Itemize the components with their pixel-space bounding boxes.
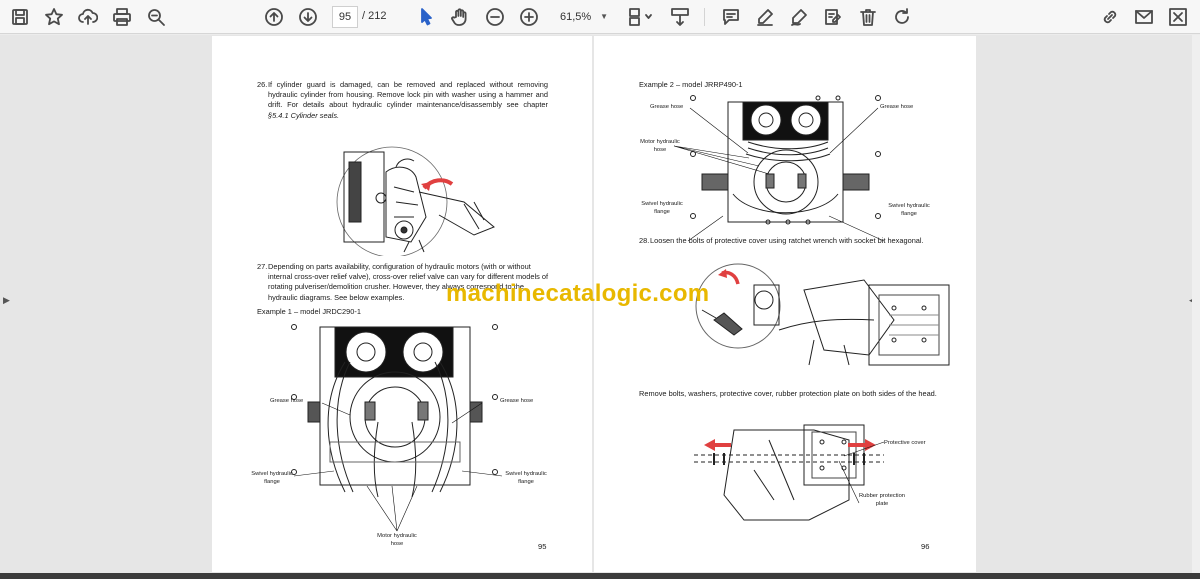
edit-text-icon[interactable] — [821, 5, 845, 29]
motor-hose-label-2: Motor hydraulic hose — [640, 139, 680, 153]
close-panel-icon[interactable] — [1166, 5, 1190, 29]
motor-hose-label: Motor hydraulic hose — [377, 533, 417, 547]
toolbar-divider — [704, 8, 705, 26]
swivel-flange-label-right: Swivel hydraulic flange — [505, 471, 547, 485]
next-page-icon[interactable] — [296, 5, 320, 29]
comment-icon[interactable] — [719, 5, 743, 29]
page-number-96: 96 — [921, 542, 930, 551]
step-27-number: 27. — [257, 262, 268, 271]
page-layout-icon[interactable] — [626, 5, 656, 29]
chevron-down-icon: ▼ — [600, 12, 608, 21]
draw-signature-icon[interactable] — [787, 5, 811, 29]
upload-cloud-icon[interactable] — [76, 5, 100, 29]
previous-page-icon[interactable] — [262, 5, 286, 29]
swivel-flange-label-right-2: Swivel hydraulic flange — [888, 203, 930, 217]
rubber-plate-label: Rubber protection plate — [858, 493, 906, 507]
link-share-icon[interactable] — [1098, 5, 1122, 29]
step-28-text: Loosen the bolts of protective cover usi… — [650, 236, 924, 245]
zoom-out-icon[interactable] — [483, 5, 507, 29]
vertical-scrollbar[interactable] — [1192, 35, 1200, 573]
step-28-number: 28. — [639, 236, 650, 245]
select-cursor-icon[interactable] — [414, 5, 438, 29]
remove-instructions-text: Remove bolts, washers, protective cover,… — [639, 389, 937, 398]
swivel-flange-label-left-2: Swivel hydraulic flange — [641, 201, 683, 215]
print-icon[interactable] — [110, 5, 134, 29]
delete-trash-icon[interactable] — [856, 5, 880, 29]
page-number-input[interactable]: 95 — [332, 6, 358, 28]
left-panel-toggle-icon[interactable]: ▶ — [3, 295, 10, 306]
hand-pan-icon[interactable] — [448, 5, 472, 29]
grease-hose-label-left-2: Grease hose — [650, 104, 684, 110]
step-26-number: 26. — [257, 80, 268, 89]
highlight-pen-icon[interactable] — [753, 5, 777, 29]
page-number-95: 95 — [538, 542, 547, 551]
bottom-taskbar-strip — [0, 573, 1200, 579]
example-1-title: Example 1 – model JRDC290-1 — [257, 307, 361, 316]
email-envelope-icon[interactable] — [1132, 5, 1156, 29]
grease-hose-label-right-2: Grease hose — [880, 104, 914, 110]
rotate-redo-icon[interactable] — [890, 5, 914, 29]
bookmark-star-icon[interactable] — [42, 5, 66, 29]
zoom-in-icon[interactable] — [517, 5, 541, 29]
save-icon[interactable] — [8, 5, 32, 29]
step-26-chapter-ref: §5.4.1 Cylinder seals. — [268, 110, 340, 120]
zoom-search-icon[interactable] — [144, 5, 168, 29]
zoom-level-value: 61,5% — [560, 11, 592, 23]
step-26-body: If cylinder guard is damaged, can be rem… — [268, 80, 548, 110]
scroll-mode-icon[interactable] — [668, 5, 692, 29]
pdf-toolbar: 95 / 212 61,5% ▼ — [0, 0, 1200, 34]
example-2-title: Example 2 – model JRRP490-1 — [639, 80, 743, 89]
step-26-text: If cylinder guard is damaged, can be rem… — [268, 80, 548, 121]
zoom-level-dropdown[interactable]: 61,5% ▼ — [554, 6, 612, 28]
swivel-flange-label-left: Swivel hydraulic flange — [251, 471, 293, 485]
protective-cover-label: Protective cover — [884, 440, 926, 446]
grease-hose-label-right: Grease hose — [500, 398, 534, 404]
grease-hose-label-left: Grease hose — [270, 398, 304, 404]
watermark-text: machinecatalogic.com — [446, 280, 710, 307]
total-pages-label: / 212 — [362, 10, 387, 22]
